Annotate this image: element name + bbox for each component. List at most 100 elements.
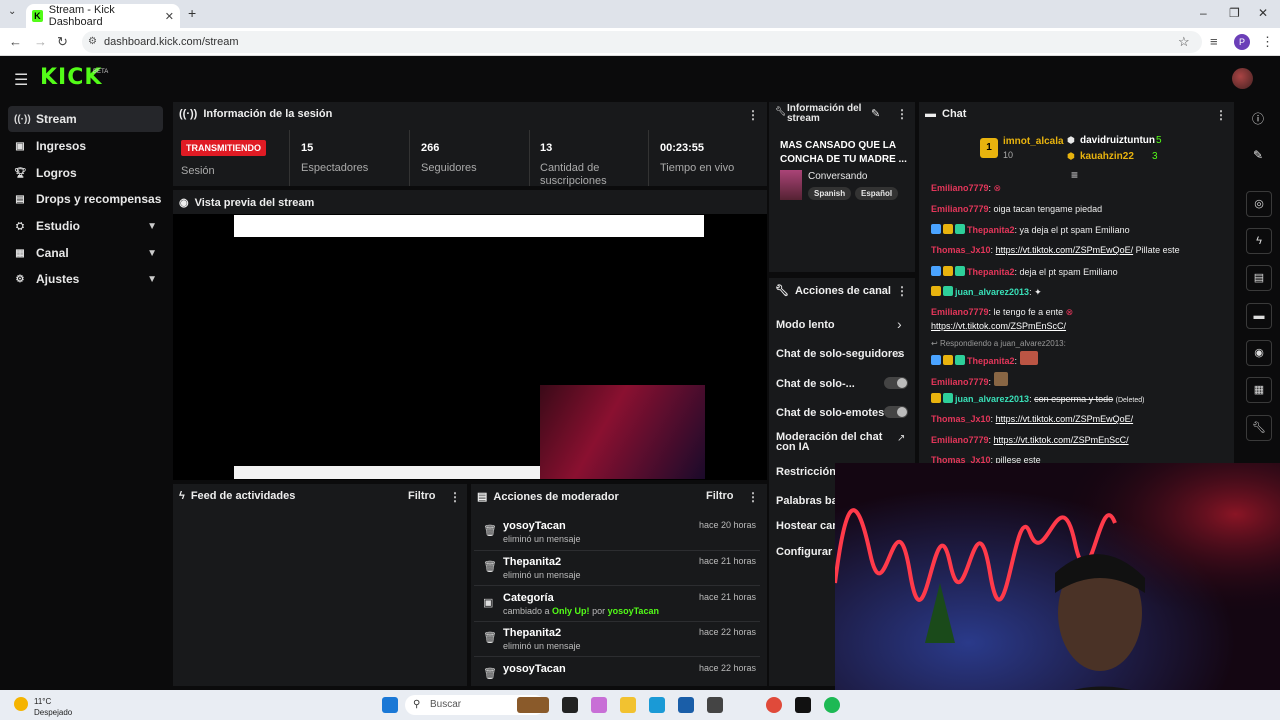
chat-username[interactable]: juan_alvarez2013 [955, 394, 1029, 404]
copilot-icon[interactable] [591, 697, 607, 713]
category-thumbnail[interactable] [780, 170, 802, 200]
category-name[interactable]: Conversando [808, 171, 867, 182]
rail-button-capture[interactable]: ◎ [1246, 191, 1272, 217]
tab-list-icon[interactable]: ⌄ [8, 6, 16, 17]
chat-username[interactable]: Emiliano7779 [931, 377, 989, 387]
filter-button[interactable]: Filtro [408, 490, 436, 502]
panel-header: ϟ Feed de actividades [179, 490, 295, 502]
sidebar-item-estudio[interactable]: ⛭ Estudio ▼ [8, 213, 163, 239]
divider [474, 656, 760, 657]
chevron-right-icon[interactable]: › [897, 316, 902, 332]
chat-username[interactable]: Thomas_Jx10 [931, 245, 991, 255]
sidebar-item-drops[interactable]: ▤ Drops y recompensas [8, 186, 163, 212]
emotes-only-toggle[interactable] [884, 406, 908, 418]
rail-button-tools[interactable]: 🔧︎ [1246, 415, 1272, 441]
more-options-icon[interactable]: ⋮ [449, 490, 461, 504]
rail-button-layout[interactable]: ▦ [1246, 377, 1272, 403]
chat-username[interactable]: Thepanita2 [967, 356, 1015, 366]
sidebar-item-logros[interactable]: 🏆︎ Logros [8, 160, 163, 186]
app-icon[interactable] [707, 697, 723, 713]
chat-link[interactable]: https://vt.tiktok.com/ZSPmEwQoE/ [996, 245, 1134, 255]
profile-avatar[interactable]: P [1234, 34, 1250, 50]
reload-icon[interactable]: ↻ [57, 34, 68, 50]
chat-username[interactable]: Emiliano7779 [931, 307, 989, 317]
close-window-icon[interactable]: ✕ [1258, 6, 1268, 20]
sidebar-item-ajustes[interactable]: ⚙ Ajustes ▼ [8, 266, 163, 292]
chat-username[interactable]: Thomas_Jx10 [931, 414, 991, 424]
sidebar-item-stream[interactable]: ((·)) Stream [8, 106, 163, 132]
windows-start-icon[interactable] [382, 697, 398, 713]
forward-icon[interactable]: → [34, 34, 47, 49]
category-value[interactable]: Only Up! [552, 606, 590, 616]
new-tab-icon[interactable]: + [188, 5, 196, 21]
pencil-icon[interactable]: ✎ [1253, 148, 1263, 162]
rail-button-bolt[interactable]: ϟ [1246, 228, 1272, 254]
file-explorer-icon[interactable] [620, 697, 636, 713]
action-user[interactable]: yosoyTacan [608, 606, 659, 616]
search-highlight-icon[interactable] [517, 697, 549, 713]
more-options-icon[interactable]: ⋮ [896, 107, 908, 121]
close-tab-icon[interactable]: ✕ [165, 10, 174, 23]
filter-button[interactable]: Filtro [706, 490, 734, 502]
chat-link[interactable]: https://vt.tiktok.com/ZSPmEwQoE/ [996, 414, 1134, 424]
leader-name[interactable]: imnot_alcala [1003, 136, 1064, 147]
external-link-icon[interactable]: ↗ [897, 433, 905, 444]
spotify-icon[interactable] [824, 697, 840, 713]
edit-pencil-icon[interactable]: ✎ [871, 107, 880, 120]
ai-moderation-action[interactable]: Moderación del chat con IA [776, 432, 886, 453]
more-options-icon[interactable]: ⋮ [1215, 108, 1227, 122]
leader-name[interactable]: kauahzin22 [1080, 151, 1134, 162]
slow-mode-action[interactable]: Modo lento [776, 319, 835, 331]
more-options-icon[interactable]: ⋮ [896, 284, 908, 298]
back-icon[interactable]: ← [9, 34, 22, 49]
edge-icon[interactable] [649, 697, 665, 713]
crown-badge-icon [943, 355, 953, 365]
chat-username[interactable]: Emiliano7779 [931, 204, 989, 214]
task-view-icon[interactable] [562, 697, 578, 713]
tag-chip[interactable]: Spanish [808, 187, 852, 200]
chat-username[interactable]: Emiliano7779 [931, 183, 989, 193]
rail-button-chat[interactable]: ▬ [1246, 303, 1272, 329]
site-info-icon[interactable]: ⚙ [88, 31, 97, 53]
live-status-badge: TRANSMITIENDO [181, 140, 266, 156]
action-by: por [592, 606, 606, 616]
browser-menu-icon[interactable]: ⋮ [1261, 34, 1274, 50]
chat-link[interactable]: https://vt.tiktok.com/ZSPmEnScC/ [931, 321, 1066, 331]
subscribers-only-toggle[interactable] [884, 377, 908, 389]
tag-chip[interactable]: Español [855, 187, 899, 200]
chat-link[interactable]: https://vt.tiktok.com/ZSPmEnScC/ [994, 435, 1129, 445]
more-options-icon[interactable]: ⋮ [747, 490, 759, 504]
chrome-icon[interactable] [766, 697, 782, 713]
sidebar-item-canal[interactable]: ▦ Canal ▼ [8, 240, 163, 266]
panel-title: Feed de actividades [190, 490, 296, 502]
badge-icon [943, 286, 953, 296]
rail-button-broadcast[interactable]: ◉ [1246, 340, 1272, 366]
mod-action-desc: cambiado a Only Up! por yosoyTacan [503, 606, 659, 616]
info-icon[interactable]: ⓘ [1252, 110, 1264, 127]
stat-label: Cantidad de suscripciones [540, 162, 607, 187]
panel-title: Vista previa del stream [194, 196, 315, 209]
store-icon[interactable] [678, 697, 694, 713]
user-avatar[interactable] [1232, 68, 1253, 89]
rail-button-notes[interactable]: ▤ [1246, 265, 1272, 291]
sidebar-item-ingresos[interactable]: ▣ Ingresos [8, 133, 163, 159]
minimize-icon[interactable]: – [1200, 6, 1207, 20]
hamburger-menu-icon[interactable]: ☰ [14, 70, 28, 90]
beta-badge: BETA [93, 69, 109, 75]
more-options-icon[interactable]: ⋮ [747, 108, 759, 122]
followers-only-action[interactable]: Chat de solo-seguidores [776, 348, 904, 360]
restore-icon[interactable]: ❐ [1229, 6, 1240, 20]
chat-username[interactable]: Thepanita2 [967, 225, 1015, 235]
tiktok-icon[interactable] [795, 697, 811, 713]
bookmark-star-icon[interactable]: ☆ [1178, 34, 1190, 50]
sidebar: ((·)) Stream ▣ Ingresos 🏆︎ Logros ▤ Drops y … [0, 100, 170, 690]
chevron-right-icon[interactable]: › [897, 345, 902, 361]
chat-username[interactable]: Emiliano7779 [931, 435, 989, 445]
chat-username[interactable]: Thepanita2 [967, 267, 1015, 277]
chat-username[interactable]: juan_alvarez2013 [955, 287, 1029, 297]
leader-name[interactable]: davidruiztuntun [1080, 135, 1155, 146]
url-input[interactable]: ⚙ dashboard.kick.com/stream [82, 31, 1202, 53]
collapse-chevron-icon[interactable]: ≡ [1071, 168, 1078, 182]
media-control-icon[interactable]: ≡ [1210, 34, 1218, 49]
browser-tab[interactable]: K Stream - Kick Dashboard ✕ [26, 4, 180, 28]
